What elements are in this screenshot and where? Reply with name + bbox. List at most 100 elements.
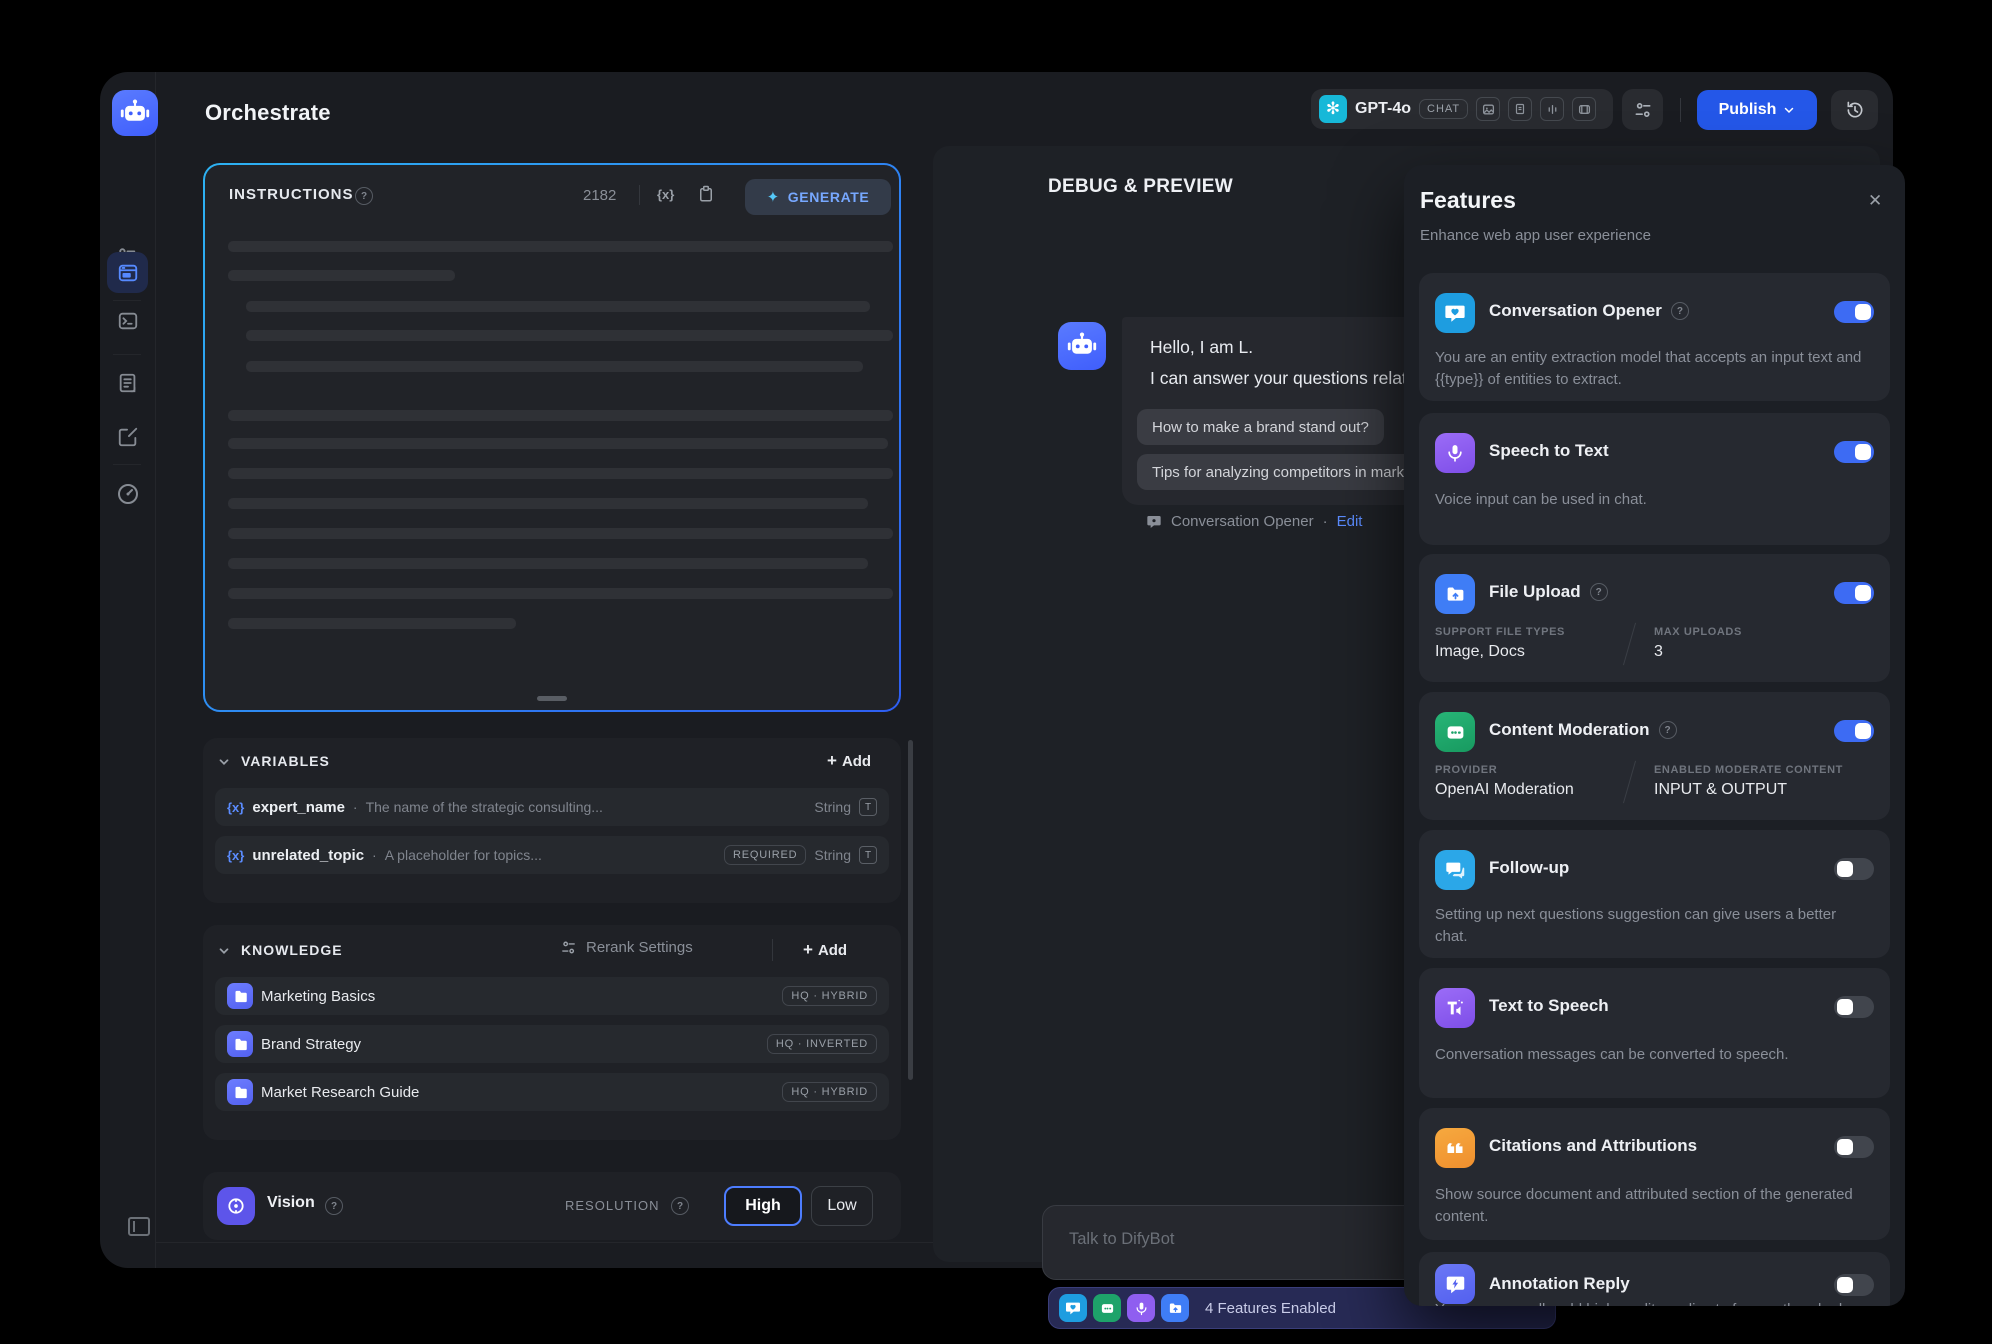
sidebar-item-orchestrate[interactable] xyxy=(107,252,148,293)
rerank-settings-button[interactable]: Rerank Settings xyxy=(560,939,693,956)
robot-icon xyxy=(118,96,152,130)
variables-title: VARIABLES xyxy=(241,753,330,769)
feature-card-citations: Citations and Attributions Show source d… xyxy=(1419,1108,1890,1240)
sidebar-divider xyxy=(155,72,156,1268)
document-capability-icon xyxy=(1508,97,1532,121)
sidebar-separator-2 xyxy=(113,354,141,355)
prompt-skeleton-line xyxy=(246,330,893,341)
sidebar-item-monitoring[interactable] xyxy=(116,482,140,506)
dataset-icon xyxy=(227,983,253,1009)
prompt-skeleton-line xyxy=(228,410,893,421)
help-icon[interactable]: ? xyxy=(1671,302,1689,320)
feature-desc: Voice input can be used in chat. xyxy=(1435,489,1868,511)
instructions-help-icon[interactable]: ? xyxy=(355,187,373,205)
help-icon[interactable]: ? xyxy=(1659,721,1677,739)
resolution-help-icon[interactable]: ? xyxy=(671,1197,689,1215)
opener-note: Conversation Opener · Edit xyxy=(1146,513,1362,530)
text-to-speech-icon xyxy=(1435,988,1475,1028)
follow-up-toggle[interactable] xyxy=(1834,858,1874,880)
conversation-opener-toggle[interactable] xyxy=(1834,301,1874,323)
variables-section: VARIABLES + Add {x} expert_name · The na… xyxy=(203,738,901,903)
collapse-sidebar-icon[interactable] xyxy=(127,1216,151,1237)
file-upload-toggle[interactable] xyxy=(1834,582,1874,604)
resolution-high-button[interactable]: High xyxy=(724,1186,802,1226)
audio-capability-icon xyxy=(1540,97,1564,121)
resize-handle[interactable] xyxy=(537,696,567,701)
prompt-skeleton-line xyxy=(246,301,870,312)
index-mode-badge: HQ · INVERTED xyxy=(767,1034,877,1054)
collapse-chevron-icon[interactable] xyxy=(217,944,231,958)
section-divider xyxy=(772,939,773,961)
char-count: 2182 xyxy=(583,187,616,204)
version-history-button[interactable] xyxy=(1831,90,1878,130)
scrollbar-thumb[interactable] xyxy=(908,740,913,1080)
feature-title: Conversation Opener xyxy=(1489,301,1662,321)
prompt-skeleton-line xyxy=(228,498,868,509)
variable-icon: {x} xyxy=(227,800,244,815)
prompt-skeleton-line xyxy=(228,270,455,281)
content-moderation-field-1: PROVIDER OpenAI Moderation xyxy=(1435,764,1574,799)
feature-card-speech-to-text: Speech to Text Voice input can be used i… xyxy=(1419,413,1890,545)
instructions-title: INSTRUCTIONS xyxy=(229,186,354,203)
collapse-chevron-icon[interactable] xyxy=(217,755,231,769)
variable-row[interactable]: {x} unrelated_topic · A placeholder for … xyxy=(215,836,889,874)
help-icon[interactable]: ? xyxy=(1590,583,1608,601)
suggested-question-chip[interactable]: How to make a brand stand out? xyxy=(1137,409,1384,445)
model-name: GPT-4o xyxy=(1355,100,1411,118)
speech-to-text-toggle[interactable] xyxy=(1834,441,1874,463)
chat-input-placeholder: Talk to DifyBot xyxy=(1069,1230,1174,1249)
model-selector[interactable]: ✻ GPT-4o CHAT xyxy=(1311,89,1613,129)
knowledge-row[interactable]: Market Research Guide HQ · HYBRID xyxy=(215,1073,889,1111)
sidebar-item-logs[interactable] xyxy=(117,372,139,394)
resolution-label: RESOLUTION xyxy=(565,1198,660,1213)
field-divider xyxy=(1623,761,1636,804)
sidebar-item-annotations[interactable] xyxy=(117,426,139,448)
generate-label: GENERATE xyxy=(788,189,870,205)
variable-row[interactable]: {x} expert_name · The name of the strate… xyxy=(215,788,889,826)
knowledge-title: KNOWLEDGE xyxy=(241,942,343,958)
content-moderation-toggle[interactable] xyxy=(1834,720,1874,742)
knowledge-row[interactable]: Brand Strategy HQ · INVERTED xyxy=(215,1025,889,1063)
add-knowledge-button[interactable]: + Add xyxy=(803,940,847,960)
prompt-skeleton-line xyxy=(228,618,516,629)
app-logo[interactable] xyxy=(112,90,158,136)
annotation-reply-toggle[interactable] xyxy=(1834,1274,1874,1296)
features-title: Features xyxy=(1420,187,1516,214)
field-divider xyxy=(1623,623,1636,666)
feature-card-file-upload: File Upload? SUPPORT FILE TYPES Image, D… xyxy=(1419,554,1890,682)
features-panel: Features ✕ Enhance web app user experien… xyxy=(1404,165,1905,1306)
string-type-icon: T xyxy=(859,798,877,816)
variable-insert-icon[interactable]: {x} xyxy=(657,187,674,202)
vision-help-icon[interactable]: ? xyxy=(325,1197,343,1215)
index-mode-badge: HQ · HYBRID xyxy=(782,986,877,1006)
add-variable-button[interactable]: + Add xyxy=(827,751,871,771)
generate-button[interactable]: ✦ GENERATE xyxy=(745,179,891,215)
variable-icon: {x} xyxy=(227,848,244,863)
dot-separator: · xyxy=(1323,513,1328,530)
prompt-skeleton-line xyxy=(228,468,893,479)
sidebar-item-terminal[interactable] xyxy=(117,310,139,332)
publish-button[interactable]: Publish xyxy=(1697,90,1817,130)
sidebar-separator-3 xyxy=(113,464,141,465)
knowledge-section: KNOWLEDGE Rerank Settings + Add Marketin… xyxy=(203,925,901,1140)
edit-opener-link[interactable]: Edit xyxy=(1337,513,1363,530)
resolution-low-button[interactable]: Low xyxy=(811,1186,873,1226)
vision-capability-icon xyxy=(1476,97,1500,121)
citations-toggle[interactable] xyxy=(1834,1136,1874,1158)
prompt-skeleton-line xyxy=(228,528,893,539)
annotation-reply-icon xyxy=(1435,1264,1475,1304)
knowledge-row[interactable]: Marketing Basics HQ · HYBRID xyxy=(215,977,889,1015)
model-config-button[interactable] xyxy=(1622,89,1663,130)
feature-card-annotation-reply: Annotation Reply You can manually add hi… xyxy=(1419,1252,1890,1306)
feature-card-content-moderation: Content Moderation? PROVIDER OpenAI Mode… xyxy=(1419,692,1890,820)
close-icon[interactable]: ✕ xyxy=(1868,191,1882,211)
copy-icon[interactable] xyxy=(697,184,715,204)
index-mode-badge: HQ · HYBRID xyxy=(782,1082,877,1102)
vision-section: Vision ? RESOLUTION ? High Low xyxy=(203,1172,901,1240)
feature-title: Content Moderation xyxy=(1489,720,1650,740)
instructions-card[interactable]: INSTRUCTIONS ? 2182 {x} ✦ GENERATE xyxy=(203,163,901,712)
config-pane-bottom-divider xyxy=(156,1242,933,1243)
text-to-speech-toggle[interactable] xyxy=(1834,996,1874,1018)
bot-avatar xyxy=(1058,322,1106,370)
file-upload-field-2: MAX UPLOADS 3 xyxy=(1654,626,1742,661)
